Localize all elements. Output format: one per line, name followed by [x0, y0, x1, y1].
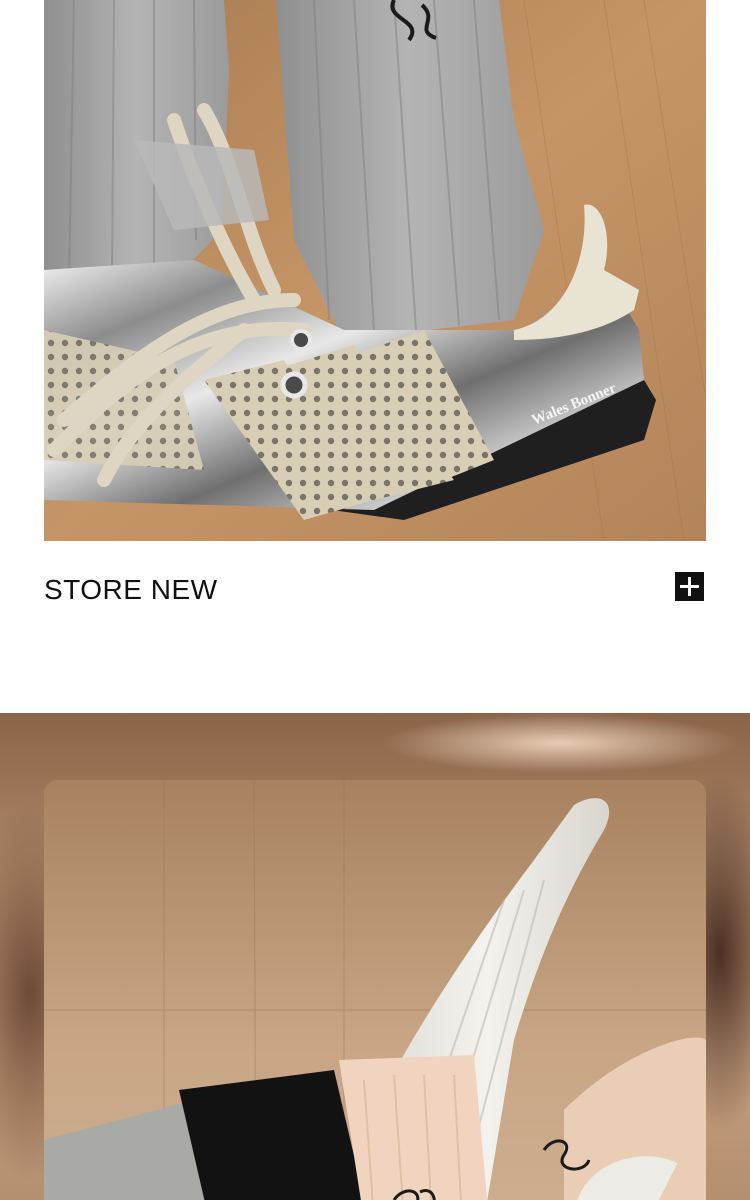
socks-illustration [44, 780, 706, 1200]
product-image-sneakers-socks[interactable]: Wales Bonner [44, 0, 706, 541]
product-image-socks[interactable] [44, 780, 706, 1200]
sock-feature-section [0, 713, 750, 1200]
product-title: STORE NEW [44, 574, 218, 605]
background-blur-top [380, 713, 740, 773]
sneaker-illustration: Wales Bonner [44, 0, 706, 541]
product-caption-row: STORE NEW [44, 566, 706, 612]
expand-button[interactable] [675, 572, 704, 601]
product-page: Wales Bonner STORE NEW [0, 0, 750, 1200]
